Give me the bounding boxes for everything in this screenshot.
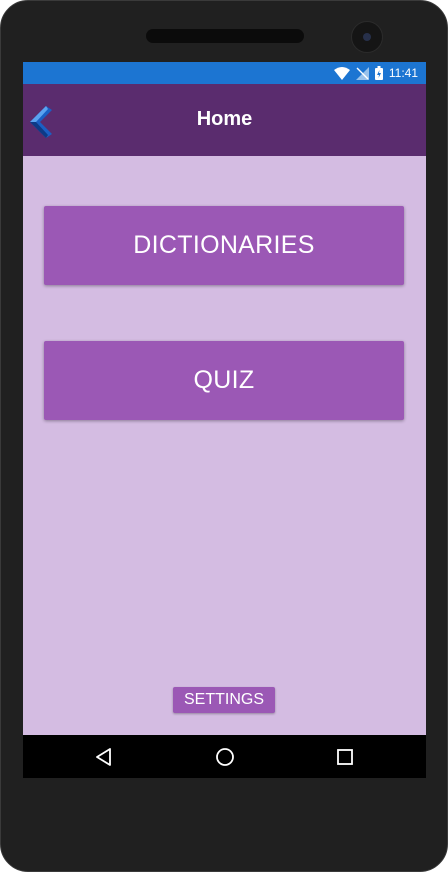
wifi-icon [333, 66, 350, 80]
settings-button[interactable]: SETTINGS [173, 687, 275, 713]
battery-icon [374, 66, 383, 80]
status-bar: 11:41 [23, 62, 426, 84]
phone-frame: 11:41 Home DICTIONARIES QUIZ SETTINGS [0, 0, 448, 872]
status-icons: 11:41 [333, 65, 418, 81]
back-triangle-icon[interactable] [92, 745, 116, 769]
page-title: Home [196, 108, 253, 130]
app-screen: 11:41 Home DICTIONARIES QUIZ SETTINGS [23, 62, 426, 778]
phone-camera [351, 21, 383, 53]
no-signal-icon [355, 66, 369, 80]
quiz-button[interactable]: QUIZ [44, 341, 404, 420]
app-bar: Home [23, 84, 426, 156]
phone-speaker [146, 29, 304, 43]
status-time: 11:41 [388, 66, 418, 80]
home-circle-icon[interactable] [213, 745, 237, 769]
recents-square-icon[interactable] [333, 745, 357, 769]
dictionaries-button[interactable]: DICTIONARIES [44, 206, 404, 285]
android-nav-bar [23, 735, 426, 778]
